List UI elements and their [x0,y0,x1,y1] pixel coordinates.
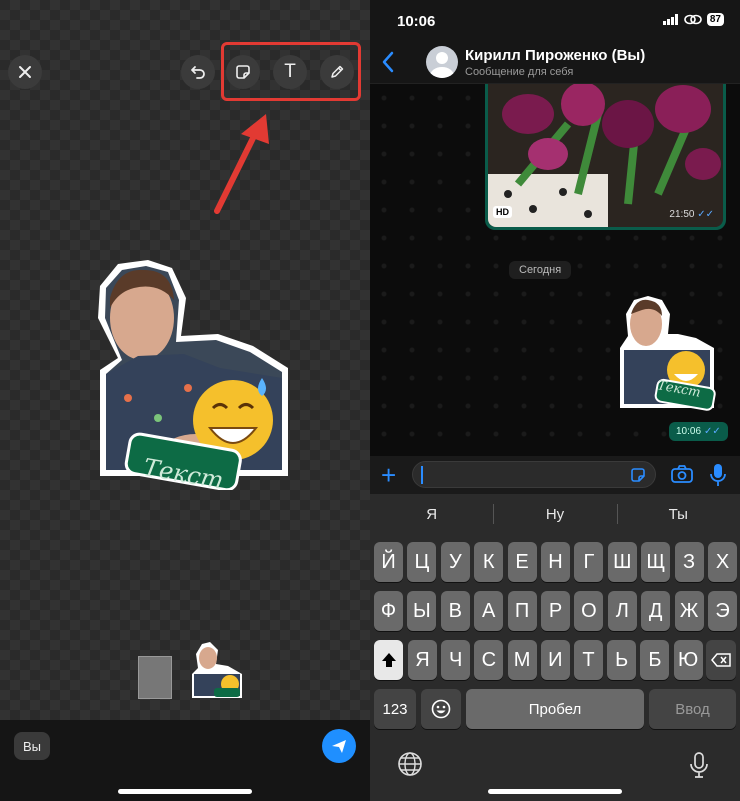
undo-button[interactable] [181,55,215,89]
suggestion-bar: Я Ну Ты [370,494,740,534]
suggestion-item[interactable]: Ну [493,494,616,534]
key-row2-8[interactable]: Д [641,591,671,631]
key-row2-5[interactable]: Р [541,591,570,631]
key-row1-6[interactable]: Г [574,542,604,582]
key-row3-5[interactable]: Т [574,640,603,680]
sticker-preview [98,260,288,490]
tulips-photo [488,84,723,227]
emoji-key[interactable] [421,689,461,729]
key-row3-2[interactable]: С [474,640,504,680]
backspace-icon [711,653,731,667]
undo-icon [191,66,205,79]
thumbnail-sticker[interactable] [188,640,244,700]
chat-screen: HD 21:50 ✓✓ Сегодня Текст 10:06 ✓✓ 10:06 … [370,0,740,801]
recipient-chip[interactable]: Вы [14,732,51,760]
key-row3-8[interactable]: Ю [673,640,703,680]
message-input-bar: + [370,456,740,494]
key-row1-7[interactable]: Ш [607,542,637,582]
sticker-timestamp: 10:06 ✓✓ [669,422,728,441]
close-icon [19,66,31,78]
key-row2-9[interactable]: Ж [674,591,704,631]
microphone-icon[interactable] [710,463,726,487]
status-time: 10:06 [397,13,436,30]
suggestion-item[interactable]: Ты [616,494,740,534]
camera-icon[interactable] [671,465,693,483]
link-icon [684,14,702,25]
backspace-key[interactable] [706,640,736,680]
tools-highlight-box [221,42,361,101]
arrow-up-annotation [214,114,269,214]
back-chevron-icon[interactable] [380,50,396,74]
enter-key[interactable]: Ввод [649,689,736,729]
key-row2-1[interactable]: Ы [407,591,437,631]
key-row3-6[interactable]: Ь [607,640,637,680]
key-row3-3[interactable]: М [507,640,537,680]
key-row1-5[interactable]: Н [541,542,570,582]
send-icon [332,740,346,753]
key-row2-7[interactable]: Л [607,591,637,631]
key-row3-0[interactable]: Я [408,640,437,680]
key-row1-2[interactable]: У [440,542,470,582]
sent-sticker[interactable] [616,296,718,414]
key-row1-10[interactable]: Х [708,542,737,582]
key-row2-10[interactable]: Э [708,591,737,631]
read-checkmarks-icon: ✓✓ [704,426,721,437]
key-row2-6[interactable]: О [574,591,604,631]
avatar[interactable] [426,46,458,78]
chat-header: Кирилл Пироженко (Вы) Сообщение для себя [370,42,740,84]
sticker-icon[interactable] [629,466,647,484]
key-row3-4[interactable]: И [540,640,570,680]
read-checkmarks-icon: ✓✓ [697,209,714,220]
text-caret [421,466,423,484]
key-row1-4[interactable]: Е [507,542,537,582]
close-button[interactable] [8,55,42,89]
key-row3-1[interactable]: Ч [441,640,471,680]
message-input[interactable] [412,461,656,488]
numbers-key[interactable]: 123 [374,689,416,729]
battery-indicator: 87 [706,13,724,26]
person-icon [430,52,454,78]
hd-badge: HD [493,206,512,218]
key-row3-7[interactable]: Б [640,640,670,680]
send-button[interactable] [322,729,356,763]
home-indicator [118,789,252,794]
contact-name[interactable]: Кирилл Пироженко (Вы) [465,47,645,64]
key-row1-1[interactable]: Ц [407,542,437,582]
dictation-microphone-icon[interactable] [688,751,710,779]
sticker-editor: T Текст Вы [0,0,370,801]
shift-arrow-icon [381,653,396,667]
globe-icon[interactable] [397,751,423,777]
key-row2-3[interactable]: А [474,591,504,631]
key-row1-8[interactable]: Щ [641,542,671,582]
keyboard: Я Ну Ты ЙЦУКЕНГШЩЗХФЫВАПРОЛДЖЭЯЧСМИТЬБЮ … [370,494,740,801]
status-bar: 10:06 87 [370,0,740,42]
key-row1-9[interactable]: З [674,542,704,582]
key-row2-4[interactable]: П [507,591,537,631]
date-separator: Сегодня [509,261,572,279]
suggestion-item[interactable]: Я [370,494,493,534]
attach-plus-icon[interactable]: + [381,462,396,488]
home-indicator [488,789,622,794]
shift-key[interactable] [374,640,403,680]
key-row2-2[interactable]: В [440,591,470,631]
photo-timestamp: 21:50 ✓✓ [669,209,714,220]
space-key[interactable]: Пробел [466,689,644,729]
key-row1-0[interactable]: Й [374,542,403,582]
thumbnail-original[interactable] [138,656,172,699]
key-row2-0[interactable]: Ф [374,591,403,631]
contact-subtitle: Сообщение для себя [465,66,574,78]
key-row1-3[interactable]: К [474,542,504,582]
signal-icon [662,14,678,25]
photo-message[interactable]: HD 21:50 ✓✓ [485,84,726,230]
emoji-icon [431,699,451,719]
